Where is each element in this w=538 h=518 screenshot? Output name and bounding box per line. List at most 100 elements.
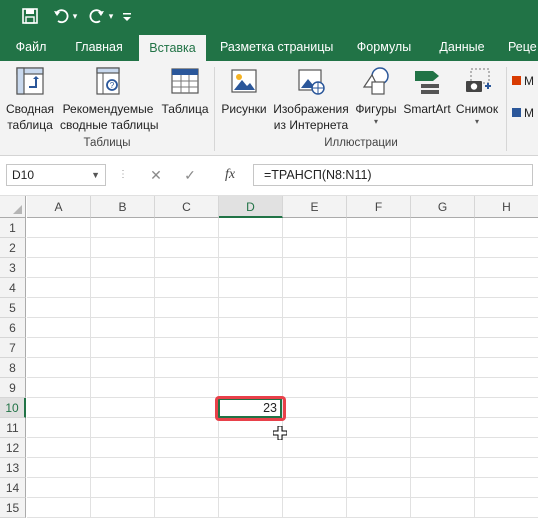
- cell[interactable]: [411, 458, 475, 478]
- column-header-a[interactable]: A: [27, 196, 91, 218]
- name-box[interactable]: D10 ▼: [6, 164, 106, 186]
- row-header-7[interactable]: 7: [0, 338, 26, 358]
- cell[interactable]: [27, 238, 91, 258]
- table-button[interactable]: Таблица: [160, 65, 210, 117]
- cell[interactable]: [347, 478, 411, 498]
- cell[interactable]: [219, 278, 283, 298]
- cell[interactable]: [219, 218, 283, 238]
- shapes-button[interactable]: Фигуры ▾: [352, 65, 400, 127]
- cell[interactable]: [283, 258, 347, 278]
- cell[interactable]: [347, 238, 411, 258]
- cell[interactable]: [219, 318, 283, 338]
- cell[interactable]: [91, 498, 155, 518]
- cell[interactable]: [411, 218, 475, 238]
- tab-formulas[interactable]: Формулы: [355, 33, 413, 61]
- customize-icon[interactable]: [120, 6, 134, 26]
- drag-handle-icon[interactable]: ⋮: [118, 165, 128, 185]
- cell[interactable]: [91, 338, 155, 358]
- cell[interactable]: [91, 218, 155, 238]
- cell[interactable]: [91, 278, 155, 298]
- cell[interactable]: [155, 398, 219, 418]
- cell[interactable]: [219, 378, 283, 398]
- cell[interactable]: [347, 358, 411, 378]
- cell[interactable]: [283, 218, 347, 238]
- recommended-pivot-tables-button[interactable]: ? Рекомендуемые сводные таблицы: [60, 65, 158, 133]
- cell[interactable]: [219, 438, 283, 458]
- cell[interactable]: [155, 378, 219, 398]
- cell[interactable]: [283, 438, 347, 458]
- redo-icon[interactable]: [86, 6, 108, 26]
- cell[interactable]: [475, 258, 538, 278]
- cell[interactable]: [475, 218, 538, 238]
- enter-icon[interactable]: ✓: [180, 165, 200, 185]
- column-header-c[interactable]: C: [155, 196, 219, 218]
- tab-insert[interactable]: Вставка: [139, 35, 206, 61]
- cell[interactable]: [347, 398, 411, 418]
- cell[interactable]: [219, 358, 283, 378]
- cell[interactable]: [283, 478, 347, 498]
- cell[interactable]: [475, 318, 538, 338]
- row-header-12[interactable]: 12: [0, 438, 26, 458]
- row-header-4[interactable]: 4: [0, 278, 26, 298]
- cell[interactable]: [155, 358, 219, 378]
- cell[interactable]: [283, 498, 347, 518]
- cell[interactable]: [155, 298, 219, 318]
- cell[interactable]: [91, 378, 155, 398]
- cell[interactable]: [27, 478, 91, 498]
- cell[interactable]: [411, 258, 475, 278]
- cell[interactable]: [91, 238, 155, 258]
- cell[interactable]: [411, 238, 475, 258]
- cell[interactable]: [411, 298, 475, 318]
- cell[interactable]: [347, 298, 411, 318]
- screenshot-button[interactable]: Снимок ▾: [453, 65, 501, 127]
- cell[interactable]: [347, 458, 411, 478]
- cell[interactable]: [219, 498, 283, 518]
- row-header-14[interactable]: 14: [0, 478, 26, 498]
- store-button[interactable]: М: [512, 73, 538, 89]
- cell[interactable]: [475, 278, 538, 298]
- cell[interactable]: [475, 498, 538, 518]
- insert-function-icon[interactable]: fx: [218, 165, 242, 185]
- undo-icon[interactable]: [50, 6, 72, 26]
- cell[interactable]: [91, 318, 155, 338]
- cell[interactable]: [283, 278, 347, 298]
- cell[interactable]: [219, 298, 283, 318]
- cell[interactable]: [347, 278, 411, 298]
- cell[interactable]: [283, 358, 347, 378]
- formula-input[interactable]: =ТРАНСП(N8:N11): [253, 164, 533, 186]
- cell[interactable]: [27, 498, 91, 518]
- cell[interactable]: [475, 398, 538, 418]
- row-header-3[interactable]: 3: [0, 258, 26, 278]
- cell[interactable]: [155, 478, 219, 498]
- cell[interactable]: [27, 298, 91, 318]
- cell[interactable]: [411, 498, 475, 518]
- online-pictures-button[interactable]: Изображения из Интернета: [272, 65, 350, 133]
- row-header-13[interactable]: 13: [0, 458, 26, 478]
- tab-home[interactable]: Главная: [72, 33, 126, 61]
- cell[interactable]: [475, 478, 538, 498]
- cell[interactable]: [27, 278, 91, 298]
- cell[interactable]: [283, 238, 347, 258]
- cell[interactable]: [27, 458, 91, 478]
- cell[interactable]: [283, 298, 347, 318]
- row-header-15[interactable]: 15: [0, 498, 26, 518]
- tab-page-layout[interactable]: Разметка страницы: [220, 33, 333, 61]
- cell[interactable]: [411, 418, 475, 438]
- cell[interactable]: [219, 238, 283, 258]
- row-header-9[interactable]: 9: [0, 378, 26, 398]
- row-header-11[interactable]: 11: [0, 418, 26, 438]
- cell[interactable]: [347, 338, 411, 358]
- cell[interactable]: [475, 458, 538, 478]
- cell[interactable]: [347, 498, 411, 518]
- cell[interactable]: [27, 378, 91, 398]
- cell[interactable]: [91, 298, 155, 318]
- cell[interactable]: [475, 418, 538, 438]
- cell[interactable]: [347, 258, 411, 278]
- cell[interactable]: [475, 378, 538, 398]
- tab-file[interactable]: Файл: [14, 33, 48, 61]
- cell[interactable]: [411, 398, 475, 418]
- cell[interactable]: [91, 398, 155, 418]
- row-header-6[interactable]: 6: [0, 318, 26, 338]
- cell[interactable]: [91, 258, 155, 278]
- cell[interactable]: [91, 358, 155, 378]
